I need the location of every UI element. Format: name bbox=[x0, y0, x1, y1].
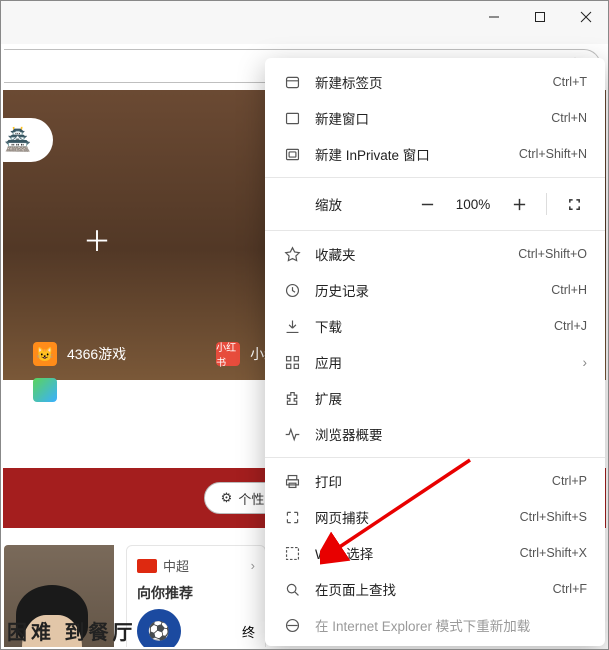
settings-menu: 新建标签页 Ctrl+T 新建窗口 Ctrl+N 新建 InPrivate 窗口… bbox=[265, 58, 605, 646]
menu-favorites-label: 收藏夹 bbox=[315, 244, 504, 264]
menu-apps[interactable]: 应用 › bbox=[265, 344, 605, 380]
window-close-button[interactable] bbox=[563, 0, 609, 34]
print-icon bbox=[283, 472, 301, 490]
menu-more-tools[interactable]: 更多工具 › bbox=[265, 643, 605, 646]
menu-print-label: 打印 bbox=[315, 471, 538, 491]
menu-new-tab-label: 新建标签页 bbox=[315, 72, 539, 92]
menu-web-select-shortcut: Ctrl+Shift+X bbox=[520, 546, 587, 560]
cn-flag-icon bbox=[137, 559, 157, 573]
headline-text: 困难 到餐厅 bbox=[7, 616, 137, 645]
quick-link-2-icon: 小红书 bbox=[216, 342, 240, 366]
zoom-in-button[interactable] bbox=[502, 187, 536, 221]
menu-new-inprivate-label: 新建 InPrivate 窗口 bbox=[315, 144, 505, 164]
menu-extensions[interactable]: 扩展 bbox=[265, 380, 605, 416]
gear-icon: ⚙ bbox=[221, 490, 233, 506]
menu-new-window[interactable]: 新建窗口 Ctrl+N bbox=[265, 100, 605, 136]
menu-downloads-label: 下载 bbox=[315, 316, 540, 336]
quick-link-3[interactable]: 微软电脑管家 bbox=[33, 378, 151, 402]
menu-new-tab[interactable]: 新建标签页 Ctrl+T bbox=[265, 64, 605, 100]
menu-find-shortcut: Ctrl+F bbox=[553, 582, 587, 596]
quick-link-3-icon bbox=[33, 378, 57, 402]
menu-apps-label: 应用 bbox=[315, 352, 569, 372]
select-icon bbox=[283, 544, 301, 562]
team-1-logo: ⚽ bbox=[137, 609, 181, 647]
zoom-label: 缩放 bbox=[315, 194, 363, 214]
menu-new-tab-shortcut: Ctrl+T bbox=[553, 75, 587, 89]
menu-history-label: 历史记录 bbox=[315, 280, 537, 300]
menu-print[interactable]: 打印 Ctrl+P bbox=[265, 463, 605, 499]
quick-link-1-label: 4366游戏 bbox=[67, 344, 126, 364]
menu-ie-mode: 在 Internet Explorer 模式下重新加载 bbox=[265, 607, 605, 643]
menu-browser-summary-label: 浏览器概要 bbox=[315, 424, 587, 444]
apps-icon bbox=[283, 353, 301, 371]
add-tile-button[interactable]: ＋ bbox=[83, 220, 111, 260]
menu-web-capture[interactable]: 网页捕获 Ctrl+Shift+S bbox=[265, 499, 605, 535]
search-icon bbox=[283, 580, 301, 598]
quick-link-1[interactable]: 😺 4366游戏 bbox=[33, 342, 126, 366]
capture-icon bbox=[283, 508, 301, 526]
menu-downloads-shortcut: Ctrl+J bbox=[554, 319, 587, 333]
pulse-icon bbox=[283, 425, 301, 443]
hero-pill-icon[interactable]: 🏯 bbox=[3, 118, 53, 162]
menu-extensions-label: 扩展 bbox=[315, 388, 587, 408]
menu-new-inprivate[interactable]: 新建 InPrivate 窗口 Ctrl+Shift+N bbox=[265, 136, 605, 172]
ie-icon bbox=[283, 616, 301, 634]
window-minimize-button[interactable] bbox=[471, 0, 517, 34]
chevron-right-icon: › bbox=[583, 355, 588, 370]
menu-web-select-label: Web 选择 bbox=[315, 543, 506, 563]
menu-favorites-shortcut: Ctrl+Shift+O bbox=[518, 247, 587, 261]
menu-browser-summary[interactable]: 浏览器概要 bbox=[265, 416, 605, 452]
quick-link-1-icon: 😺 bbox=[33, 342, 57, 366]
menu-web-select[interactable]: Web 选择 Ctrl+Shift+X bbox=[265, 535, 605, 571]
fullscreen-button[interactable] bbox=[557, 187, 591, 221]
quick-link-3-label: 微软电脑管家 bbox=[67, 380, 151, 400]
zoom-percent: 100% bbox=[448, 197, 498, 212]
puzzle-icon bbox=[283, 389, 301, 407]
window-maximize-button[interactable] bbox=[517, 0, 563, 34]
menu-web-capture-shortcut: Ctrl+Shift+S bbox=[520, 510, 587, 524]
menu-history[interactable]: 历史记录 Ctrl+H bbox=[265, 272, 605, 308]
star-icon bbox=[283, 245, 301, 263]
download-icon bbox=[283, 317, 301, 335]
menu-new-window-label: 新建窗口 bbox=[315, 108, 537, 128]
menu-new-window-shortcut: Ctrl+N bbox=[551, 111, 587, 125]
new-window-icon bbox=[283, 109, 301, 127]
menu-find-label: 在页面上查找 bbox=[315, 579, 539, 599]
recommend-title: 向你推荐 bbox=[137, 583, 255, 603]
menu-find[interactable]: 在页面上查找 Ctrl+F bbox=[265, 571, 605, 607]
window-titlebar bbox=[0, 0, 609, 46]
league-label: 中超 bbox=[163, 556, 189, 575]
history-icon bbox=[283, 281, 301, 299]
menu-web-capture-label: 网页捕获 bbox=[315, 507, 506, 527]
new-tab-icon bbox=[283, 73, 301, 91]
inprivate-icon bbox=[283, 145, 301, 163]
menu-downloads[interactable]: 下载 Ctrl+J bbox=[265, 308, 605, 344]
menu-favorites[interactable]: 收藏夹 Ctrl+Shift+O bbox=[265, 236, 605, 272]
zoom-out-button[interactable] bbox=[410, 187, 444, 221]
match-status: 终 bbox=[242, 622, 255, 641]
menu-zoom-row: 缩放 100% bbox=[265, 183, 605, 225]
menu-ie-mode-label: 在 Internet Explorer 模式下重新加载 bbox=[315, 615, 587, 635]
menu-new-inprivate-shortcut: Ctrl+Shift+N bbox=[519, 147, 587, 161]
menu-history-shortcut: Ctrl+H bbox=[551, 283, 587, 297]
menu-print-shortcut: Ctrl+P bbox=[552, 474, 587, 488]
sports-card[interactable]: 中超 › 向你推荐 ⚽ 终 大连人 🦁 沧州雄狮 bbox=[126, 545, 266, 647]
